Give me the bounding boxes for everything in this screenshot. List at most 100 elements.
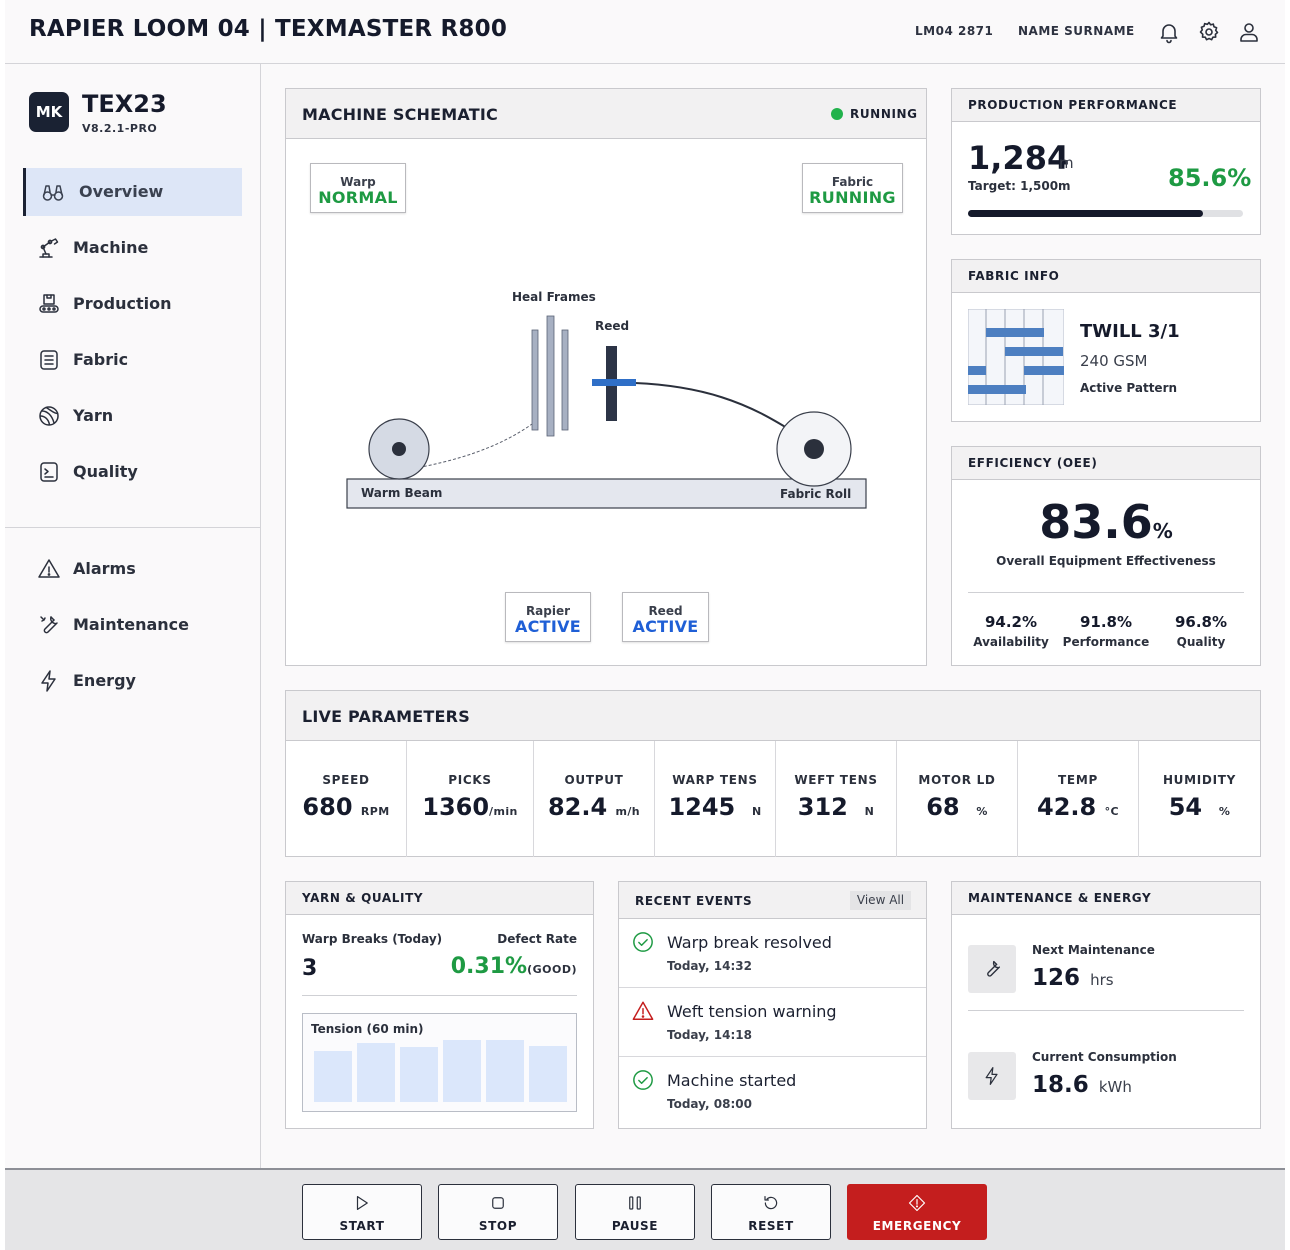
panel-header: MAINTENANCE & ENERGY	[952, 882, 1260, 915]
panel-header: PRODUCTION PERFORMANCE	[952, 89, 1260, 122]
consumption-label: Current Consumption	[1032, 1050, 1177, 1064]
sidebar-item-quality[interactable]: Quality	[23, 448, 242, 496]
button-label: PAUSE	[611, 1219, 659, 1233]
panel-header: LIVE PARAMETERS	[286, 691, 1260, 741]
sidebar-item-fabric[interactable]: Fabric	[23, 336, 242, 384]
tension-bar	[400, 1047, 438, 1102]
param-label: WEFT TENS	[794, 773, 878, 787]
param-value: 68	[926, 793, 960, 821]
play-icon	[356, 1196, 368, 1210]
warp-breaks-value: 3	[302, 956, 318, 981]
param-unit: %	[976, 805, 988, 818]
button-label: RESET	[748, 1219, 794, 1233]
production-progress-track	[968, 210, 1243, 217]
status-label: RUNNING	[850, 107, 918, 121]
yarn-icon	[39, 406, 59, 426]
tension-chart-title: Tension (60 min)	[311, 1022, 424, 1036]
machine-id: LM04 2871	[915, 24, 994, 38]
oee-value-row: 83.6%	[952, 495, 1260, 549]
lightning-icon	[985, 1067, 998, 1085]
oee-metric-performance: 91.8% Performance	[1061, 613, 1151, 649]
yarn-quality-panel: YARN & QUALITY Warp Breaks (Today) 3 Def…	[285, 881, 594, 1129]
sidebar-item-label: Overview	[79, 182, 164, 201]
app-title: RAPIER LOOM 04 | TEXMASTER R800	[29, 16, 508, 42]
live-parameters-panel: LIVE PARAMETERS SPEED 680 RPM PICKS 1360…	[285, 690, 1261, 857]
recent-events-panel: RECENT EVENTS View All Warp break resolv…	[618, 881, 927, 1129]
metric-value: 96.8%	[1174, 613, 1228, 631]
sidebar-item-energy[interactable]: Energy	[23, 657, 242, 705]
metric-value: 94.2%	[984, 613, 1038, 631]
pause-button[interactable]: PAUSE	[575, 1184, 695, 1240]
sidebar-divider	[5, 527, 261, 528]
param-label: SPEED	[322, 773, 370, 787]
user-icon[interactable]	[1237, 20, 1261, 44]
stop-icon	[492, 1197, 504, 1209]
consumption-row: 18.6 kWh	[1032, 1072, 1132, 1098]
sidebar-item-label: Fabric	[73, 350, 129, 369]
maintenance-energy-panel: MAINTENANCE & ENERGY Next Maintenance 12…	[951, 881, 1261, 1129]
gear-icon[interactable]	[1197, 20, 1221, 44]
fabric-roll-label: Fabric Roll	[780, 487, 852, 501]
reset-button[interactable]: RESET	[711, 1184, 831, 1240]
fabric-name: TWILL 3/1	[1080, 321, 1180, 342]
user-name[interactable]: NAME SURNAME	[1018, 24, 1135, 38]
button-label: STOP	[478, 1219, 518, 1233]
panel-header: MACHINE SCHEMATIC RUNNING	[286, 89, 926, 139]
event-title: Weft tension warning	[667, 1002, 837, 1021]
oee-label: Overall Equipment Effectiveness	[996, 554, 1216, 568]
sidebar-item-maintenance[interactable]: Maintenance	[23, 601, 242, 649]
defect-rate-value: 0.31%	[450, 954, 528, 979]
param-humidity: HUMIDITY 54 %	[1139, 741, 1260, 857]
binoculars-icon	[42, 185, 64, 201]
sidebar-item-alarms[interactable]: Alarms	[23, 545, 242, 593]
tension-bar	[314, 1051, 352, 1102]
panel-title: FABRIC INFO	[968, 269, 1060, 283]
event-item[interactable]: Warp break resolved Today, 14:32	[619, 919, 926, 988]
conveyor-icon	[39, 294, 59, 313]
reed-label: Reed	[595, 319, 630, 333]
heal-frames-label: Heal Frames	[512, 290, 596, 304]
machine-schematic-panel: MACHINE SCHEMATIC RUNNING Warp NORMAL Fa…	[285, 88, 927, 666]
param-warp-tension: WARP TENS 1245 N	[655, 741, 776, 857]
event-title: Machine started	[667, 1071, 797, 1090]
event-time: Today, 08:00	[667, 1097, 752, 1111]
view-all-button[interactable]: View All	[850, 891, 911, 910]
check-circle-icon	[633, 932, 653, 952]
sidebar-item-machine[interactable]: Machine	[23, 224, 242, 272]
tension-bar	[486, 1040, 524, 1102]
param-value: 54	[1168, 793, 1203, 821]
panel-title: RECENT EVENTS	[635, 894, 753, 908]
robot-arm-icon	[39, 238, 59, 258]
param-label: HUMIDITY	[1162, 773, 1237, 787]
tag-value: ACTIVE	[632, 617, 699, 636]
param-speed: SPEED 680 RPM	[286, 741, 407, 857]
tag-label: Rapier	[525, 604, 571, 618]
sidebar-item-label: Quality	[73, 462, 138, 481]
sidebar-item-yarn[interactable]: Yarn	[23, 392, 242, 440]
param-unit: m/h	[615, 805, 641, 818]
event-item[interactable]: Weft tension warning Today, 14:18	[619, 988, 926, 1057]
metric-value: 91.8%	[1079, 613, 1133, 631]
brand-version: V8.2.1-PRO	[82, 122, 158, 135]
sidebar-item-label: Yarn	[73, 406, 114, 425]
oee-value: 83.6	[1039, 495, 1153, 549]
efficiency-oee-panel: EFFICIENCY (OEE) 83.6% Overall Equipment…	[951, 446, 1261, 666]
bell-icon[interactable]	[1157, 20, 1181, 44]
button-label: EMERGENCY	[872, 1219, 962, 1233]
production-value: 1,284	[968, 139, 1070, 177]
production-target: Target: 1,500m	[968, 179, 1071, 193]
sidebar: MK TEX23 V8.2.1-PRO Overview Machine Pro…	[5, 64, 261, 1169]
event-item[interactable]: Machine started Today, 08:00	[619, 1057, 926, 1126]
sidebar-item-production[interactable]: Production	[23, 280, 242, 328]
panel-title: LIVE PARAMETERS	[302, 707, 470, 726]
panel-title: MAINTENANCE & ENERGY	[968, 891, 1152, 905]
emergency-button[interactable]: EMERGENCY	[847, 1184, 987, 1240]
sidebar-item-label: Production	[73, 294, 172, 313]
sidebar-item-label: Machine	[73, 238, 149, 257]
stop-button[interactable]: STOP	[438, 1184, 558, 1240]
start-button[interactable]: START	[302, 1184, 422, 1240]
sidebar-item-overview[interactable]: Overview	[23, 168, 242, 216]
avatar[interactable]: MK	[29, 92, 69, 132]
app-root: RAPIER LOOM 04 | TEXMASTER R800 LM04 287…	[5, 0, 1285, 1250]
oee-unit: %	[1152, 519, 1173, 543]
